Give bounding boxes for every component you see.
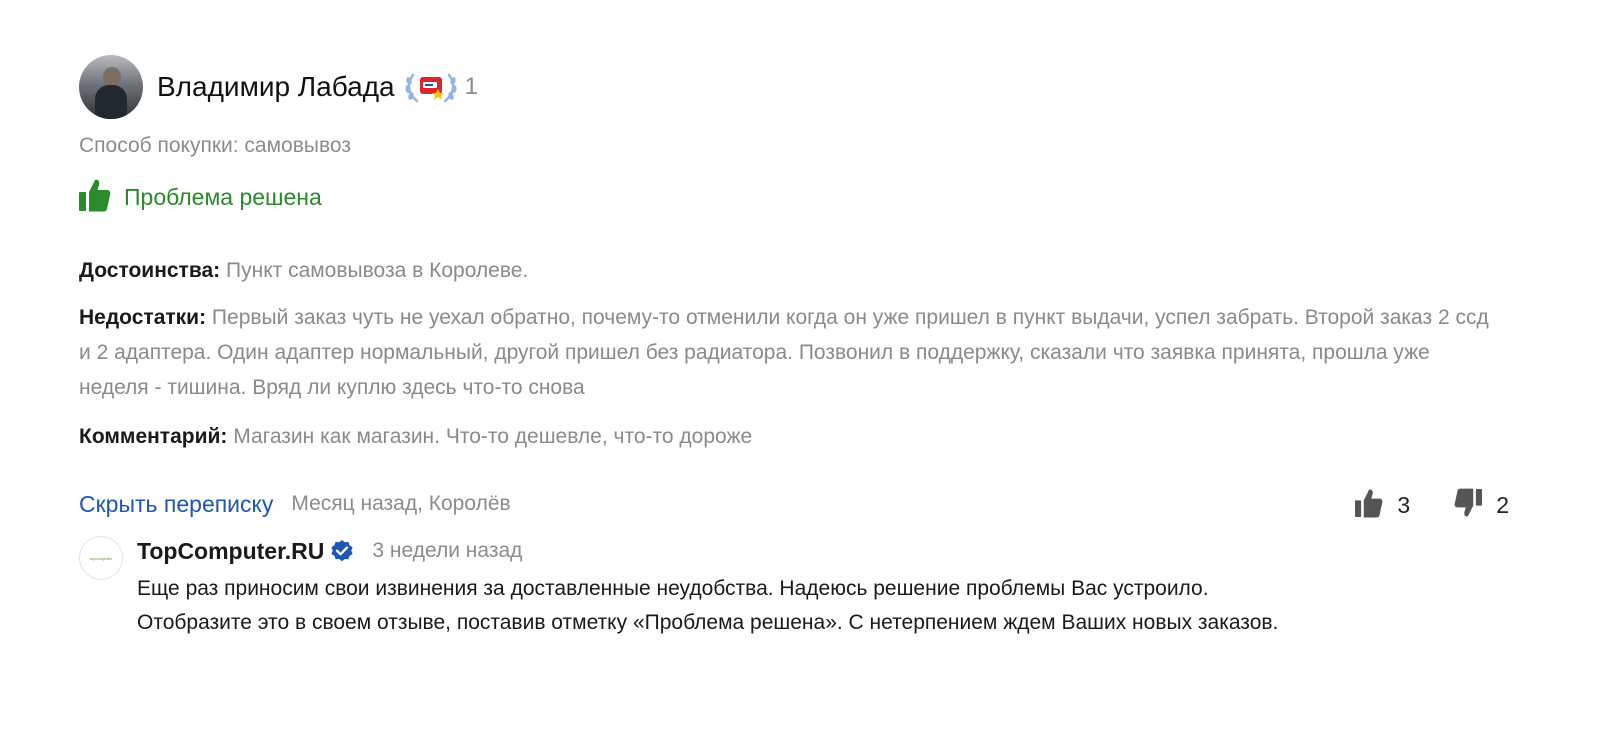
shop-reply: topcomputer TopComputer.RU 3 недели наза… bbox=[79, 534, 1509, 640]
hide-thread-link[interactable]: Скрыть переписку bbox=[79, 491, 273, 518]
review-meta-row: Скрыть переписку Месяц назад, Королёв 3 bbox=[79, 486, 1509, 522]
author-row: Владимир Лабада 1 bbox=[79, 54, 1509, 120]
reply-text: Еще раз приносим свои извинения за доста… bbox=[137, 572, 1278, 640]
comment-label: Комментарий: bbox=[79, 425, 228, 448]
cons-label: Недостатки: bbox=[79, 306, 207, 329]
review-card: Владимир Лабада 1 Способ покупки: самовы… bbox=[79, 54, 1509, 640]
reply-header: TopComputer.RU 3 недели назад bbox=[137, 534, 1278, 568]
reply-body: TopComputer.RU 3 недели назад Еще раз пр… bbox=[137, 534, 1278, 640]
votes: 3 2 bbox=[1355, 488, 1509, 523]
cons-text: Первый заказ чуть не уехал обратно, поче… bbox=[79, 306, 1489, 399]
thumbs-down-icon bbox=[1454, 488, 1483, 523]
purchase-method: Способ покупки: самовывоз bbox=[79, 134, 351, 157]
comment-section: Комментарий: Магазин как магазин. Что-то… bbox=[79, 419, 1509, 454]
review-date-location: Месяц назад, Королёв bbox=[291, 492, 511, 515]
upvote-button[interactable]: 3 bbox=[1355, 488, 1410, 523]
comment-text: Магазин как магазин. Что-то дешевле, что… bbox=[233, 425, 753, 448]
reply-text-line: Отобразите это в своем отзыве, поставив … bbox=[137, 611, 1279, 634]
shop-logo-text: topcomputer bbox=[89, 555, 113, 561]
thumbs-up-icon bbox=[1355, 488, 1383, 523]
thumbs-up-icon bbox=[79, 178, 111, 217]
shop-logo[interactable]: topcomputer bbox=[79, 536, 123, 580]
problem-resolved-status: Проблема решена bbox=[79, 178, 1509, 217]
downvote-button[interactable]: 2 bbox=[1454, 488, 1509, 523]
avatar[interactable] bbox=[79, 55, 143, 119]
verified-check-icon bbox=[330, 539, 354, 563]
pros-text: Пункт самовывоза в Королеве. bbox=[226, 259, 529, 282]
laurel-badge-icon[interactable] bbox=[403, 69, 459, 105]
status-label: Проблема решена bbox=[124, 184, 322, 210]
downvote-count: 2 bbox=[1496, 492, 1509, 518]
upvote-count: 3 bbox=[1397, 492, 1411, 518]
reply-date: 3 недели назад bbox=[372, 539, 523, 562]
shop-name[interactable]: TopComputer.RU bbox=[137, 538, 324, 565]
badge-count: 1 bbox=[464, 73, 478, 100]
pros-label: Достоинства: bbox=[79, 259, 221, 282]
reply-text-line: Еще раз приносим свои извинения за доста… bbox=[137, 577, 1209, 600]
author-name[interactable]: Владимир Лабада bbox=[157, 71, 395, 103]
pros-section: Достоинства: Пункт самовывоза в Королеве… bbox=[79, 253, 1509, 288]
cons-section: Недостатки: Первый заказ чуть не уехал о… bbox=[79, 300, 1499, 405]
